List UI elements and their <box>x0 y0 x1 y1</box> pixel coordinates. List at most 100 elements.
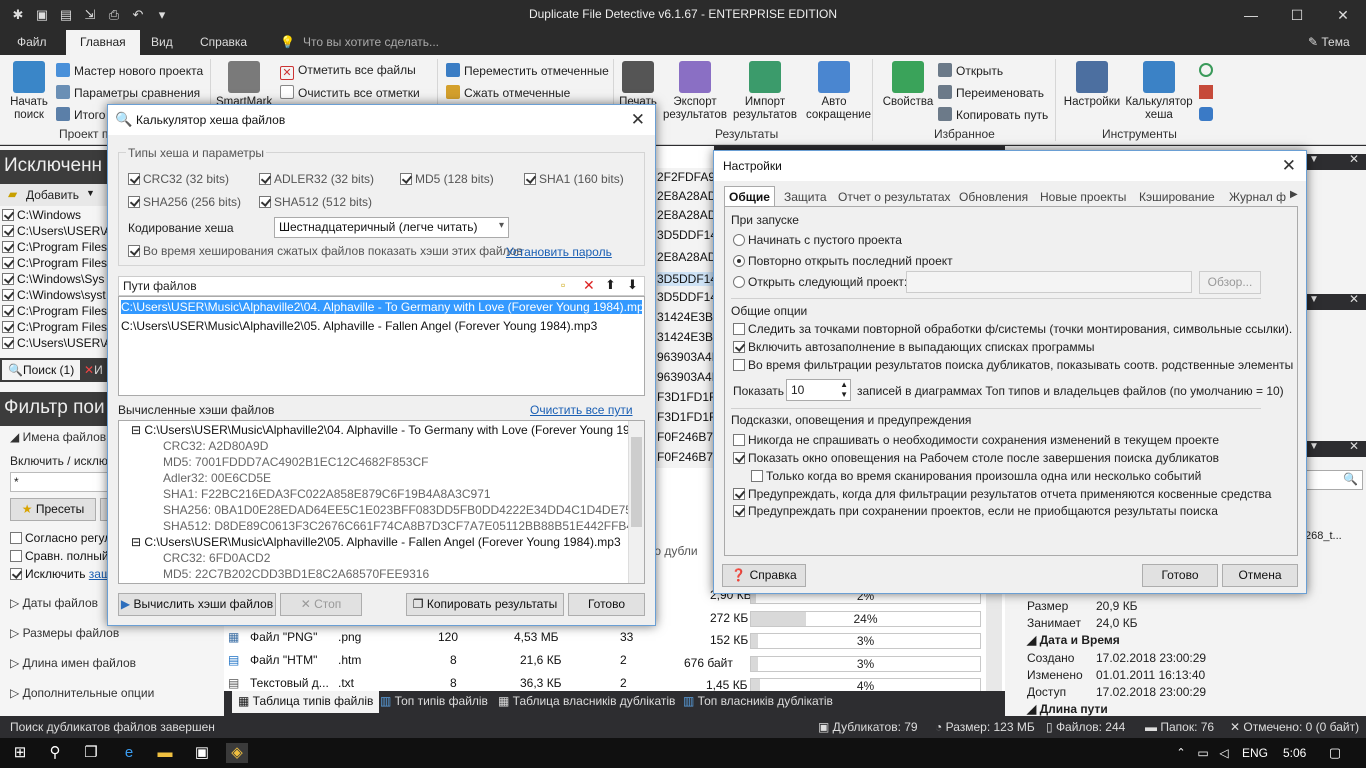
hint-option-checkbox[interactable] <box>733 488 745 500</box>
hint-option-checkbox[interactable] <box>751 470 763 482</box>
hash-type-md5[interactable]: MD5 (128 bits) <box>400 172 494 186</box>
hash-type-checkbox[interactable] <box>259 173 271 185</box>
task-view-icon[interactable]: ❐ <box>80 743 102 763</box>
filter-option[interactable]: Сравн. полный ( <box>10 549 116 563</box>
excluded-folder-item[interactable]: C:\Program Files <box>2 256 107 270</box>
hash-tree-value[interactable]: SHA512: D8DE89C0613F3C2676C661F74CA8B7D3… <box>163 519 644 533</box>
hint-option-desktop-alert[interactable]: Показать окно оповещения на Рабочем стол… <box>733 451 1219 465</box>
settings-help-button[interactable]: ❓ Справка <box>722 564 806 587</box>
compressed-hash-option[interactable]: Во время хеширования сжатых файлов показ… <box>128 244 523 258</box>
hash-type-checkbox[interactable] <box>400 173 412 185</box>
compare-params-button[interactable]: Параметры сравнения <box>56 85 200 100</box>
tell-me-search[interactable]: Что вы хотите сделать... <box>303 35 439 49</box>
sizes-section[interactable]: ▷ Размеры файлов <box>10 626 119 640</box>
pane-pin-icon[interactable]: ▼ <box>1309 154 1319 165</box>
hash-tree-value[interactable]: MD5: 22C7B202CDD3BD1E8C2A68570FEE9316 <box>163 567 429 581</box>
move-down-icon[interactable]: ⬇ <box>627 277 638 293</box>
excluded-folder-checkbox[interactable] <box>2 321 14 333</box>
startup-open-next[interactable]: Открыть следующий проект: <box>733 275 907 289</box>
clock[interactable]: 5:06 <box>1283 746 1306 760</box>
file-paths-list[interactable]: C:\Users\USER\Music\Alphaville2\04. Alph… <box>118 296 645 396</box>
close-window-icon[interactable]: ✕ <box>1320 0 1366 30</box>
notifications-icon[interactable]: ▢ <box>1324 743 1346 763</box>
hash-tree-value[interactable]: MD5: 7001FDDD7AC4902B1EC12C4682F853CF <box>163 455 428 469</box>
excluded-folder-checkbox[interactable] <box>2 337 14 349</box>
file-path-item[interactable]: C:\Users\USER\Music\Alphaville2\05. Alph… <box>121 319 597 333</box>
calculate-hashes-button[interactable]: ▶ Вычислить хэши файлов <box>118 593 276 616</box>
startup-radio[interactable] <box>733 234 745 246</box>
settings-cancel-button[interactable]: Отмена <box>1222 564 1298 587</box>
excluded-folder-item[interactable]: C:\Users\USER\Ap <box>2 336 118 350</box>
hash-calculator-button[interactable]: Калькулятор хеша <box>1124 61 1194 122</box>
general-option-reparse[interactable]: Следить за точками повторной обработки ф… <box>733 322 1292 336</box>
add-file-icon[interactable]: ▫ <box>561 278 565 292</box>
volume-icon[interactable]: ◁ <box>1213 743 1235 763</box>
menu-home[interactable]: Главная <box>66 30 140 55</box>
add-dropdown-icon[interactable]: ▼ <box>86 188 95 198</box>
windows-start-icon[interactable]: ⊞ <box>9 743 31 763</box>
file-path-item[interactable]: C:\Users\USER\Music\Alphaville2\04. Alph… <box>120 299 643 315</box>
smartmark-button[interactable]: SmartMark <box>216 61 272 109</box>
filter-option[interactable]: Исключить защ <box>10 567 111 581</box>
maximize-icon[interactable]: ☐ <box>1274 0 1320 30</box>
settings-tab-security[interactable]: Защита <box>784 190 827 204</box>
tab-scroll-right-icon[interactable]: ▶ <box>1290 189 1298 200</box>
rename-button[interactable]: Переименовать <box>938 85 1044 100</box>
show-count-spinner[interactable]: 10 ▲ ▼ <box>786 379 851 401</box>
search-icon[interactable]: ⚲ <box>44 743 66 763</box>
hint-option-checkbox[interactable] <box>733 434 745 446</box>
prop-date-header[interactable]: ◢ Дата и Время <box>1027 633 1120 647</box>
settings-tab-new-projects[interactable]: Новые проекты <box>1040 190 1126 204</box>
general-option-autocomplete[interactable]: Включить автозаполнение в выпадающих спи… <box>733 340 1094 354</box>
hash-tree-value[interactable]: CRC32: 6FD0ACD2 <box>163 551 270 565</box>
tray-up-icon[interactable]: ⌃ <box>1170 743 1192 763</box>
hint-option-never-ask[interactable]: Никогда не спрашивать о необходимости со… <box>733 433 1219 447</box>
excluded-folder-checkbox[interactable] <box>2 273 14 285</box>
hash-tree-scrollbar[interactable] <box>628 421 644 583</box>
hash-type-checkbox[interactable] <box>128 196 140 208</box>
excluded-folder-checkbox[interactable] <box>2 289 14 301</box>
prop-path-header[interactable]: ◢ Длина пути <box>1027 702 1108 716</box>
hash-done-button[interactable]: Готово <box>568 593 645 616</box>
totals-button[interactable]: Итого <box>56 107 105 122</box>
clear-marks-button[interactable]: Очистить все отметки <box>280 85 420 100</box>
stop-button[interactable]: ✕ Стоп <box>280 593 362 616</box>
startup-reopen-last[interactable]: Повторно открыть последний проект <box>733 254 953 268</box>
hash-type-sha256[interactable]: SHA256 (256 bits) <box>128 195 241 209</box>
encoding-select[interactable]: Шестнадцатеричный (легче читать) <box>274 217 509 238</box>
filter-option-checkbox[interactable] <box>10 568 22 580</box>
general-option-checkbox[interactable] <box>733 341 745 353</box>
clear-all-paths-link[interactable]: Очистить все пути <box>530 403 633 417</box>
hash-type-adler32[interactable]: ADLER32 (32 bits) <box>259 172 374 186</box>
add-button[interactable]: Добавить <box>26 188 79 202</box>
pane-pin-icon[interactable]: ▼ <box>1309 441 1319 452</box>
tab-file-types-table[interactable]: ▦ Таблица типів файлів <box>232 691 380 713</box>
settings-tab-log[interactable]: Журнал ф <box>1229 190 1289 204</box>
properties-button[interactable]: Свойства <box>880 61 936 109</box>
hash-tree-file-node[interactable]: ⊟ C:\Users\USER\Music\Alphaville2\04. Al… <box>131 423 644 437</box>
hint-option-indirect-filter[interactable]: Предупреждать, когда для фильтрации резу… <box>733 487 1271 501</box>
minimize-icon[interactable]: — <box>1228 0 1274 30</box>
store-icon[interactable]: ▣ <box>191 743 213 763</box>
hash-type-sha512[interactable]: SHA512 (512 bits) <box>259 195 372 209</box>
filter-option-checkbox[interactable] <box>10 532 22 544</box>
grid-scrollbar[interactable] <box>986 586 1002 691</box>
hash-type-checkbox[interactable] <box>259 196 271 208</box>
excluded-folder-checkbox[interactable] <box>2 241 14 253</box>
menu-file[interactable]: Файл <box>17 35 47 49</box>
edge-browser-icon[interactable]: e <box>118 743 140 763</box>
computed-hashes-tree[interactable]: ⊟ C:\Users\USER\Music\Alphaville2\04. Al… <box>118 420 645 584</box>
menu-help[interactable]: Справка <box>200 35 247 49</box>
tab-top-owners[interactable]: ▥ Топ власників дублікатів <box>683 694 833 708</box>
hash-tree-value[interactable]: SHA256: 0BA1D0E28EDAD64EE5C1E023BFF083DD… <box>163 503 644 517</box>
spinner-arrows-icon[interactable]: ▲ ▼ <box>840 380 848 400</box>
startup-radio[interactable] <box>733 276 745 288</box>
settings-button[interactable]: Настройки <box>1060 61 1124 109</box>
excluded-folder-checkbox[interactable] <box>2 257 14 269</box>
hint-option-only-events[interactable]: Только когда во время сканирования произ… <box>751 469 1201 483</box>
file-explorer-icon[interactable]: ▬ <box>154 743 176 763</box>
general-option-checkbox[interactable] <box>733 323 745 335</box>
mark-all-button[interactable]: ✕ Отметить все файлы <box>280 63 416 80</box>
tab-other[interactable]: ✕И <box>84 363 103 377</box>
startup-empty-project[interactable]: Начинать с пустого проекта <box>733 233 902 247</box>
